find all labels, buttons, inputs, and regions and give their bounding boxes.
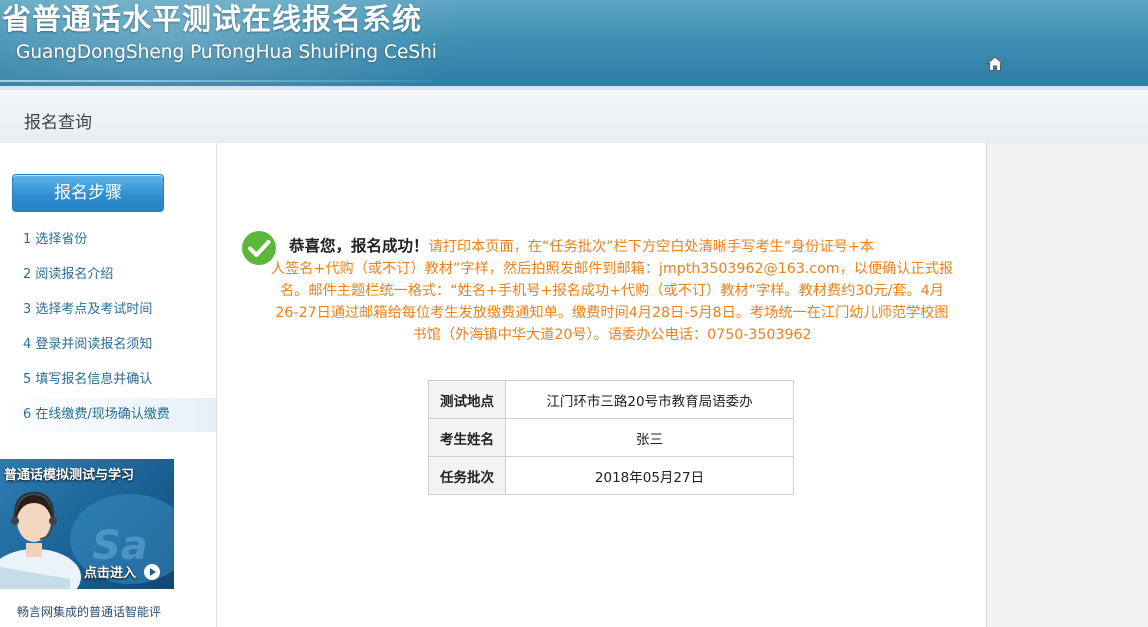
task-batch-value: 2018年05月27日: [505, 456, 794, 495]
sidebar-step-read-intro[interactable]: 2 阅读报名介绍: [0, 258, 216, 292]
candidate-name-label: 考生姓名: [428, 418, 506, 457]
ad-title: 普通话模拟测试与学习: [4, 468, 135, 483]
success-line-4: 26-27日通过邮箱给每位考生发放缴费通知单。缴费时间4月28日-5月8日。考场…: [275, 305, 949, 321]
site-title: 东省普通话水平测试在线报名系统: [0, 2, 423, 36]
success-message: 恭喜您，报名成功！请打印本页面，在“任务批次”栏下方空白处清晰手写考生“身份证号…: [237, 235, 987, 346]
task-batch-label: 任务批次: [428, 456, 506, 495]
sidebar: 报名步骤 1 选择省份 2 阅读报名介绍 3 选择考点及考试时间 4 登录并阅读…: [0, 143, 217, 627]
table-row: 任务批次 2018年05月27日: [428, 456, 794, 495]
site-subtitle: GuangDongSheng PuTongHua ShuiPing CeShi: [16, 42, 437, 63]
sidebar-step-payment[interactable]: 6 在线缴费/现场确认缴费: [0, 398, 216, 432]
registration-info-table: 测试地点 江门环市三路20号市教育局语委办 考生姓名 张三 任务批次 2018年…: [428, 380, 794, 495]
practice-ad-banner[interactable]: Sa 普通话模拟测试与学习 点击进入: [0, 459, 174, 589]
candidate-name-value: 张三: [505, 418, 794, 457]
success-line-2: 人签名+代购（或不订）教材”字样，然后拍照发邮件到邮箱：jmpth3503962…: [270, 261, 954, 277]
sub-header-bar: 报名查询: [0, 86, 1148, 143]
success-lead: 恭喜您，报名成功！: [289, 236, 429, 255]
steps-button[interactable]: 报名步骤: [12, 174, 164, 212]
success-line-1-rest: 请打印本页面，在“任务批次”栏下方空白处清晰手写考生“身份证号+本: [428, 239, 874, 255]
ad-enter-label: 点击进入: [84, 566, 137, 581]
success-line-3: 名。邮件主题栏统一格式：“姓名+手机号+报名成功+代购（或不订）教材”字样。教材…: [280, 283, 944, 299]
sidebar-step-login[interactable]: 4 登录并阅读报名须知: [0, 328, 216, 362]
main-content: 恭喜您，报名成功！请打印本页面，在“任务批次”栏下方空白处清晰手写考生“身份证号…: [217, 143, 986, 627]
sidebar-step-select-province[interactable]: 1 选择省份: [0, 223, 216, 257]
success-line-1: 恭喜您，报名成功！请打印本页面，在“任务批次”栏下方空白处清晰手写考生“身份证号…: [237, 235, 987, 258]
page-title: 报名查询: [24, 113, 92, 133]
home-icon[interactable]: [986, 55, 1004, 73]
play-icon: [144, 564, 160, 580]
ad-caption[interactable]: 畅言网集成的普通话智能评: [17, 603, 161, 620]
table-row: 测试地点 江门环市三路20号市教育局语委办: [428, 380, 794, 419]
table-row: 考生姓名 张三: [428, 418, 794, 457]
banner-divider: [0, 80, 432, 82]
test-location-value: 江门环市三路20号市教育局语委办: [505, 380, 794, 419]
header-banner: 东省普通话水平测试在线报名系统 GuangDongSheng PuTongHua…: [0, 0, 1148, 86]
success-line-5: 书馆（外海镇中华大道20号）。语委办公电话：0750-3503962: [412, 327, 812, 343]
test-location-label: 测试地点: [428, 380, 506, 419]
right-panel: [986, 143, 1148, 627]
sidebar-step-fill-info[interactable]: 5 填写报名信息并确认: [0, 363, 216, 397]
sidebar-step-select-venue[interactable]: 3 选择考点及考试时间: [0, 293, 216, 327]
